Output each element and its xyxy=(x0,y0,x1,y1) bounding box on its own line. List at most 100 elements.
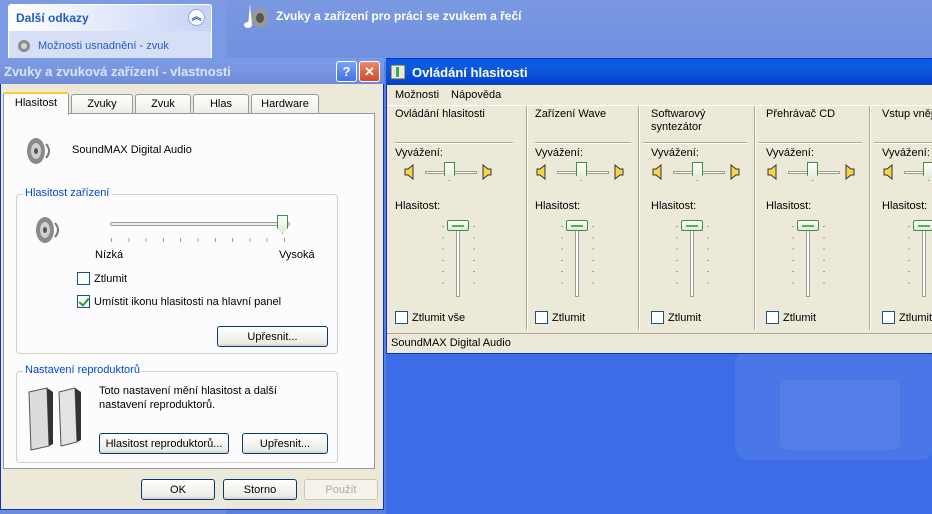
tab-volume[interactable]: Hlasitost xyxy=(3,92,69,115)
close-button[interactable]: ✕ xyxy=(359,61,380,82)
tab-sounds[interactable]: Zvuky xyxy=(71,94,133,114)
column-title: Vstup vnější xyxy=(882,108,932,120)
device-volume-thumb[interactable] xyxy=(277,215,288,234)
mute-all-checkbox[interactable]: Ztlumit vše xyxy=(395,311,465,324)
balance-label: Vyvážení: xyxy=(535,147,583,159)
volume-thumb[interactable] xyxy=(913,220,932,231)
mute-box[interactable] xyxy=(882,311,895,324)
help-button[interactable]: ? xyxy=(336,61,357,82)
speaker-icon xyxy=(18,40,30,52)
volume-ticks-left xyxy=(676,226,678,294)
volume-control-window: Ovládání hlasitosti _ Možnosti Nápověda … xyxy=(386,58,932,354)
balance-thumb[interactable] xyxy=(692,162,703,181)
volume-control-titlebar[interactable]: Ovládání hlasitosti _ xyxy=(386,59,932,85)
mute-all-box[interactable] xyxy=(395,311,408,324)
volume-thumb[interactable] xyxy=(797,220,819,231)
device-name: SoundMAX Digital Audio xyxy=(72,144,192,156)
balance-slider[interactable] xyxy=(403,162,495,182)
column-title: Přehrávač CD xyxy=(766,108,836,120)
other-links-panel: Další odkazy ︽ Možnosti usnadnění - zvuk xyxy=(8,4,212,62)
sound-properties-dialog: Zvuky a zvuková zařízení - vlastnosti ? … xyxy=(0,58,384,510)
mute-label: Ztlumit xyxy=(783,311,816,324)
left-speaker-icon xyxy=(652,164,662,180)
volume-control-title: Ovládání hlasitosti xyxy=(412,64,528,80)
ok-button[interactable]: OK xyxy=(141,479,215,500)
volume-ticks-right xyxy=(823,226,825,294)
volume-thumb[interactable] xyxy=(566,220,588,231)
balance-thumb[interactable] xyxy=(576,162,587,181)
accessibility-sound-label: Možnosti usnadnění - zvuk xyxy=(38,40,169,52)
tab-audio[interactable]: Zvuk xyxy=(135,94,191,114)
speaker-icon xyxy=(36,217,59,243)
page-title-text: Zvuky a zařízení pro práci se zvukem a ř… xyxy=(276,9,522,23)
tray-icon-box[interactable] xyxy=(77,295,90,308)
menu-options[interactable]: Možnosti xyxy=(395,89,439,101)
collapse-icon[interactable]: ︽ xyxy=(188,9,205,26)
mute-checkbox[interactable]: Ztlumit xyxy=(766,311,816,324)
volume-track xyxy=(575,223,579,297)
mute-box[interactable] xyxy=(77,272,90,285)
apply-button[interactable]: Použít xyxy=(304,479,378,500)
volume-label: Hlasitost: xyxy=(395,200,441,212)
page-title: Zvuky a zařízení pro práci se zvukem a ř… xyxy=(236,0,521,32)
menu-bar: Možnosti Nápověda xyxy=(387,85,932,106)
speaker-text-line1: Toto nastavení mění hlasitost a další xyxy=(99,385,277,397)
volume-track xyxy=(690,223,694,297)
mixer-column-synth: Softwarový syntezátor Vyvážení: Hlasitos… xyxy=(643,106,755,330)
watermark-graphic-inner xyxy=(780,380,900,450)
column-separator xyxy=(869,106,871,330)
balance-slider[interactable] xyxy=(882,162,932,182)
other-links-header[interactable]: Další odkazy ︽ xyxy=(9,5,211,31)
menu-help[interactable]: Nápověda xyxy=(451,89,501,101)
speaker-settings-group: Nastavení reproduktorů Toto nastavení mě… xyxy=(16,364,338,463)
mute-box[interactable] xyxy=(766,311,779,324)
mute-all-label: Ztlumit vše xyxy=(412,311,466,324)
dialog-titlebar[interactable]: Zvuky a zvuková zařízení - vlastnosti ? … xyxy=(0,58,384,84)
tab-hardware[interactable]: Hardware xyxy=(251,94,319,114)
volume-ticks-left xyxy=(792,226,794,294)
speaker-volume-button[interactable]: Hlasitost reproduktorů... xyxy=(99,433,229,454)
column-divider xyxy=(758,142,862,144)
mute-box[interactable] xyxy=(651,311,664,324)
volume-ticks-left xyxy=(908,226,910,294)
mixer-column-wave: Zařízení Wave Vyvážení: Hlasitost: Ztlum… xyxy=(527,106,639,330)
left-speaker-icon xyxy=(404,164,414,180)
accessibility-sound-link[interactable]: Možnosti usnadnění - zvuk xyxy=(9,31,211,54)
volume-thumb[interactable] xyxy=(447,220,469,231)
device-volume-track[interactable] xyxy=(110,222,290,226)
speakers-icon xyxy=(28,387,81,451)
tray-icon-checkbox[interactable]: Umístit ikonu hlasitosti na hlavní panel xyxy=(77,295,281,308)
left-speaker-icon xyxy=(883,164,893,180)
volume-thumb[interactable] xyxy=(681,220,703,231)
mute-checkbox[interactable]: Ztlumit xyxy=(882,311,932,324)
column-title-line2: syntezátor xyxy=(651,121,702,133)
status-text: SoundMAX Digital Audio xyxy=(391,337,511,349)
tray-icon-label: Umístit ikonu hlasitosti na hlavní panel xyxy=(94,295,282,308)
balance-slider[interactable] xyxy=(535,162,627,182)
balance-label: Vyvážení: xyxy=(395,147,443,159)
advanced-button[interactable]: Upřesnit... xyxy=(217,326,328,347)
balance-slider[interactable] xyxy=(651,162,743,182)
volume-label: Hlasitost: xyxy=(651,200,697,212)
column-divider xyxy=(535,142,631,144)
tab-voice[interactable]: Hlas xyxy=(193,94,249,114)
speaker-icon xyxy=(27,138,50,164)
column-separator xyxy=(638,106,640,330)
balance-thumb[interactable] xyxy=(444,162,455,181)
device-volume-group: Hlasitost zařízení Nízká Vysoká Ztlumit … xyxy=(16,187,338,354)
device-volume-group-label: Hlasitost zařízení xyxy=(23,187,112,199)
mute-checkbox[interactable]: Ztlumit xyxy=(535,311,585,324)
balance-thumb[interactable] xyxy=(807,162,818,181)
volume-label: Hlasitost: xyxy=(535,200,581,212)
balance-thumb[interactable] xyxy=(923,162,932,181)
cancel-button[interactable]: Storno xyxy=(223,479,297,500)
speaker-advanced-button[interactable]: Upřesnit... xyxy=(242,433,328,454)
mute-label: Ztlumit xyxy=(668,311,701,324)
volume-track xyxy=(922,223,926,297)
volume-ticks-left xyxy=(561,226,563,294)
mute-checkbox[interactable]: Ztlumit xyxy=(651,311,701,324)
column-title: Zařízení Wave xyxy=(535,108,607,120)
mute-checkbox[interactable]: Ztlumit xyxy=(77,272,127,285)
mute-box[interactable] xyxy=(535,311,548,324)
balance-slider[interactable] xyxy=(766,162,858,182)
